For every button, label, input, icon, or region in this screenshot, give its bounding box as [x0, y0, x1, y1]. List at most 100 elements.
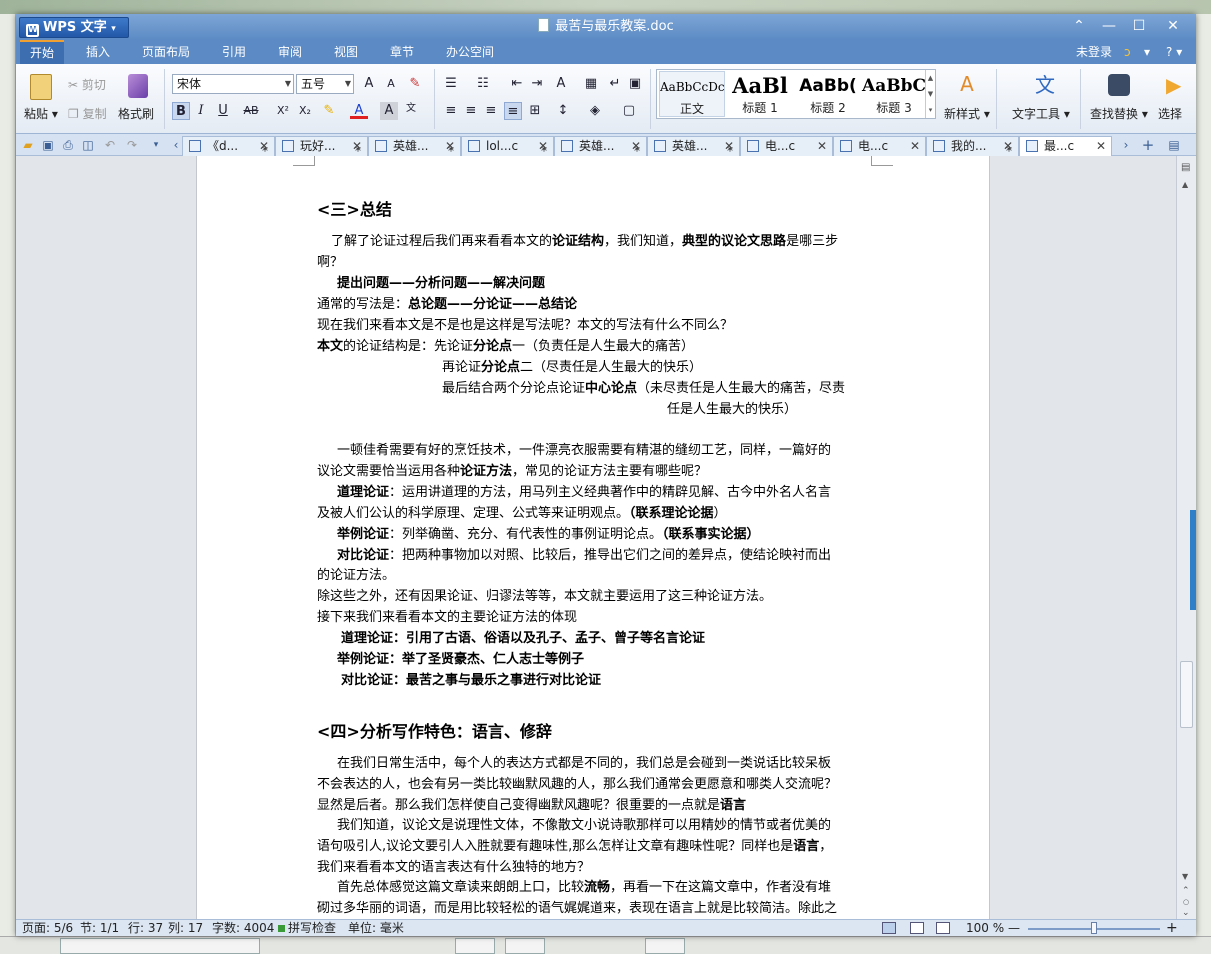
- doc-tab[interactable]: 最...c ✕: [1019, 136, 1112, 157]
- table-icon[interactable]: ▦: [582, 75, 600, 93]
- login-status[interactable]: 未登录: [1076, 40, 1112, 64]
- save-icon[interactable]: ▣: [40, 137, 56, 153]
- font-name-select[interactable]: 宋体 ▼: [172, 74, 294, 94]
- browse-object-icon[interactable]: ○: [1183, 898, 1189, 906]
- bullet-list-icon[interactable]: ☰: [442, 75, 460, 93]
- select-button[interactable]: 选择: [1158, 105, 1182, 122]
- document-area[interactable]: <三>总结 了解了论证过程后我们再来看看本文的论证结构，我们知道，典型的议论文思路…: [16, 156, 1176, 919]
- tab-scroll-right-icon[interactable]: ›: [1118, 137, 1134, 153]
- help-button[interactable]: ? ▾: [1166, 40, 1182, 64]
- paste-button[interactable]: 粘贴 ▾: [24, 105, 58, 122]
- menu-view[interactable]: 视图: [324, 40, 368, 64]
- italic-button[interactable]: I: [192, 102, 210, 120]
- paragraph-mark-icon[interactable]: ↵: [606, 75, 624, 93]
- clear-format-icon[interactable]: ✎: [406, 75, 424, 93]
- skin-icon[interactable]: ↄ: [1124, 40, 1131, 64]
- text-tools-button[interactable]: 文字工具 ▾: [1012, 105, 1070, 122]
- decrease-indent-icon[interactable]: ⇤: [508, 75, 526, 93]
- scroll-top-icon[interactable]: ▤: [1181, 162, 1190, 173]
- paragraph-shading-icon[interactable]: ◈: [586, 102, 604, 120]
- char-shading-button[interactable]: A: [380, 102, 398, 120]
- style-heading-3[interactable]: AaBbC 标题 3: [861, 71, 927, 117]
- font-color-button[interactable]: A: [350, 102, 368, 119]
- tab-close-icon[interactable]: ✕: [817, 137, 827, 155]
- style-heading-2[interactable]: AaBb(标题 2: [795, 71, 861, 117]
- scroll-down-arrow-icon[interactable]: ▼: [1182, 872, 1188, 881]
- copy-button[interactable]: ❐ 复制: [68, 105, 107, 122]
- open-folder-icon[interactable]: ▰: [20, 137, 36, 153]
- subscript-button[interactable]: X₂: [296, 102, 314, 120]
- redo-icon[interactable]: ↷: [124, 137, 140, 153]
- zoom-slider-knob[interactable]: [1091, 922, 1097, 934]
- doc-tab[interactable]: 玩好... * ✕: [275, 136, 368, 156]
- side-panel-toggle[interactable]: [1190, 510, 1196, 610]
- web-view-icon[interactable]: [936, 922, 950, 934]
- borders-icon[interactable]: ▢: [620, 102, 638, 120]
- strikethrough-button[interactable]: AB: [242, 102, 260, 120]
- doc-tab[interactable]: 电...c ✕: [740, 136, 833, 156]
- menu-office-space[interactable]: 办公空间: [440, 40, 500, 64]
- doc-tab[interactable]: 我的... * ✕: [926, 136, 1019, 156]
- highlight-icon[interactable]: ✎: [320, 102, 338, 120]
- distributed-align-icon[interactable]: ⊞: [526, 102, 544, 120]
- doc-tab[interactable]: 英雄... * ✕: [554, 136, 647, 156]
- grow-font-icon[interactable]: A: [360, 75, 378, 93]
- minimize-button[interactable]: —: [1094, 14, 1124, 38]
- zoom-in-button[interactable]: +: [1166, 920, 1178, 936]
- document-page[interactable]: <三>总结 了解了论证过程后我们再来看看本文的论证结构，我们知道，典型的议论文思路…: [196, 156, 990, 919]
- numbered-list-icon[interactable]: ☷: [474, 75, 492, 93]
- align-center-icon[interactable]: ≡: [462, 102, 480, 120]
- tab-close-icon[interactable]: ✕: [352, 137, 362, 155]
- tab-close-icon[interactable]: ✕: [724, 137, 734, 155]
- doc-tab[interactable]: 英雄... * ✕: [368, 136, 461, 156]
- shirt-icon[interactable]: ▾: [1144, 40, 1150, 64]
- bold-button[interactable]: B: [172, 102, 190, 120]
- page-view-icon[interactable]: [882, 922, 896, 934]
- new-tab-icon[interactable]: +: [1140, 137, 1156, 153]
- status-unit[interactable]: 单位: 毫米: [348, 920, 404, 936]
- line-spacing-icon[interactable]: ↕: [554, 102, 572, 120]
- tab-close-icon[interactable]: ✕: [631, 137, 641, 155]
- superscript-button[interactable]: X²: [274, 102, 292, 120]
- cut-button[interactable]: ✂ 剪切: [68, 76, 106, 93]
- zoom-out-button[interactable]: —: [1008, 920, 1020, 936]
- increase-indent-icon[interactable]: ⇥: [528, 75, 546, 93]
- print-icon[interactable]: ⎙: [60, 137, 76, 153]
- phonetic-guide-icon[interactable]: 文: [402, 100, 420, 118]
- ribbon-collapse-button[interactable]: ⌃: [1064, 14, 1094, 38]
- doc-tab[interactable]: 英雄... * ✕: [647, 136, 740, 156]
- tab-close-icon[interactable]: ✕: [1096, 137, 1106, 155]
- scrollbar-thumb[interactable]: [1180, 661, 1193, 728]
- scroll-up-arrow-icon[interactable]: ▲: [1182, 180, 1188, 189]
- doc-tab[interactable]: lol...c * ✕: [461, 136, 554, 156]
- close-button[interactable]: ✕: [1158, 14, 1188, 38]
- tab-close-icon[interactable]: ✕: [445, 137, 455, 155]
- tab-close-icon[interactable]: ✕: [910, 137, 920, 155]
- show-hide-icon[interactable]: ▣: [626, 75, 644, 93]
- status-word-count[interactable]: 字数: 4004: [212, 920, 274, 936]
- next-page-icon[interactable]: ⌄: [1182, 908, 1190, 918]
- outline-view-icon[interactable]: [910, 922, 924, 934]
- style-normal[interactable]: AaBbCcDc 正文: [659, 71, 725, 117]
- menu-page-layout[interactable]: 页面布局: [136, 40, 196, 64]
- find-replace-button[interactable]: 查找替换 ▾: [1090, 105, 1148, 122]
- menu-chapter[interactable]: 章节: [380, 40, 424, 64]
- tab-close-icon[interactable]: ✕: [1003, 137, 1013, 155]
- zoom-level[interactable]: 100 %: [966, 920, 1004, 936]
- spell-check-toggle[interactable]: 拼写检查: [278, 920, 336, 936]
- align-left-icon[interactable]: ≡: [442, 102, 460, 120]
- text-direction-icon[interactable]: A: [552, 75, 570, 93]
- style-gallery-scroll[interactable]: ▲ ▼ ▾: [925, 70, 935, 118]
- new-style-button[interactable]: 新样式 ▾: [944, 105, 990, 122]
- align-right-icon[interactable]: ≡: [482, 102, 500, 120]
- prev-page-icon[interactable]: ⌃: [1182, 886, 1190, 896]
- underline-button[interactable]: U: [214, 102, 232, 120]
- tab-menu-icon[interactable]: ▤: [1166, 137, 1182, 153]
- print-preview-icon[interactable]: ◫: [80, 137, 96, 153]
- customize-toolbar-icon[interactable]: ▾: [148, 137, 164, 153]
- maximize-button[interactable]: ☐: [1124, 14, 1154, 38]
- menu-review[interactable]: 审阅: [268, 40, 312, 64]
- menu-home[interactable]: 开始: [20, 40, 64, 64]
- menu-references[interactable]: 引用: [212, 40, 256, 64]
- tab-close-icon[interactable]: ✕: [259, 137, 269, 155]
